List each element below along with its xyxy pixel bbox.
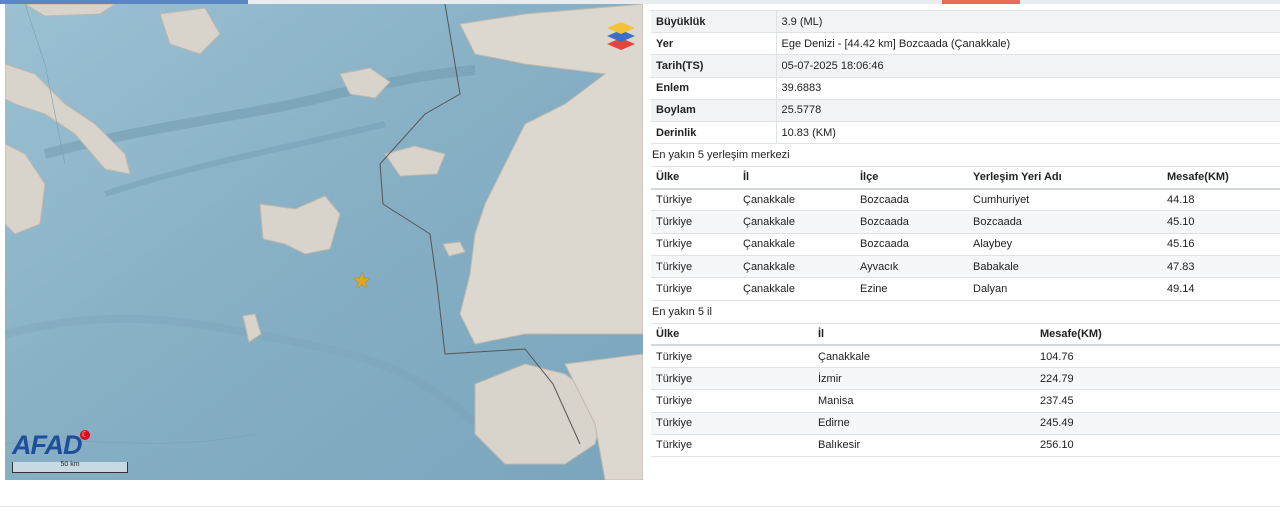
cell-distance: 104.76 [1035, 345, 1280, 368]
epicenter-star-icon[interactable]: ★ [352, 270, 372, 292]
cell-country: Türkiye [651, 345, 813, 368]
info-label: Derinlik [651, 120, 777, 145]
cell-province: Balıkesir [813, 434, 1035, 458]
table-row: Türkiye Çanakkale Ayvacık Babakale 47.83 [651, 255, 1280, 279]
cell-district: Bozcaada [855, 233, 968, 257]
cell-province: Manisa [813, 389, 1035, 413]
table-row: Türkiye Edirne 245.49 [651, 412, 1280, 435]
event-info-table: Büyüklük 3.9 (ML) Yer Ege Denizi - [44.42 … [651, 9, 1280, 145]
table-row: Türkiye Manisa 237.45 [651, 389, 1280, 413]
cell-district: Bozcaada [855, 210, 968, 234]
cell-distance: 245.49 [1035, 412, 1280, 435]
info-value: 10.83 (KM) [776, 120, 1280, 145]
cell-province: Edirne [813, 412, 1035, 435]
info-value: 3.9 (ML) [776, 9, 1280, 33]
cell-province: Çanakkale [738, 233, 855, 257]
info-row: Enlem 39.6883 [651, 76, 1280, 100]
table-row: Türkiye Çanakkale 104.76 [651, 345, 1280, 368]
table-row: Türkiye Çanakkale Bozcaada Bozcaada 45.10 [651, 210, 1280, 234]
cell-settlement: Babakale [968, 255, 1162, 279]
info-label: Enlem [651, 76, 777, 100]
cell-country: Türkiye [651, 277, 738, 301]
map-terrain [5, 4, 643, 480]
column-header: İlçe [855, 166, 968, 190]
column-header: Yerleşim Yeri Adı [968, 166, 1162, 190]
cell-district: Ayvacık [855, 255, 968, 279]
table-row: Türkiye Balıkesir 256.10 [651, 434, 1280, 458]
column-header: Ülke [651, 166, 738, 190]
cell-settlement: Dalyan [968, 277, 1162, 301]
provinces-table: Ülke İl Mesafe(KM) Türkiye Çanakkale 104.7… [651, 322, 1280, 458]
cell-province: Çanakkale [738, 255, 855, 279]
info-value: 39.6883 [776, 76, 1280, 100]
table-row: Türkiye Çanakkale Ezine Dalyan 49.14 [651, 277, 1280, 301]
info-label: Yer [651, 32, 777, 55]
info-row: Derinlik 10.83 (KM) [651, 120, 1280, 145]
cell-province: Çanakkale [738, 188, 855, 212]
cell-province: İzmir [813, 367, 1035, 391]
cell-distance: 45.10 [1162, 210, 1280, 234]
cell-country: Türkiye [651, 367, 813, 391]
cell-distance: 44.18 [1162, 188, 1280, 212]
column-header: Mesafe(KM) [1162, 166, 1280, 190]
info-row: Tarih(TS) 05-07-2025 18:06:46 [651, 54, 1280, 78]
cell-distance: 224.79 [1035, 367, 1280, 391]
cell-district: Bozcaada [855, 188, 968, 212]
scale-label: 50 km [60, 461, 80, 468]
info-row: Yer Ege Denizi - [44.42 km] Bozcaada (Çan… [651, 32, 1280, 55]
cell-settlement: Cumhuriyet [968, 188, 1162, 212]
cell-country: Türkiye [651, 210, 738, 234]
turkey-flag-icon: ☾ [80, 430, 90, 440]
secondary-tab-indicator[interactable] [942, 0, 1020, 4]
cell-distance: 256.10 [1035, 434, 1280, 458]
cell-distance: 237.45 [1035, 389, 1280, 413]
cell-province: Çanakkale [738, 277, 855, 301]
column-header: Mesafe(KM) [1035, 322, 1280, 347]
cell-country: Türkiye [651, 255, 738, 279]
settlements-title: En yakın 5 yerleşim merkezi [652, 149, 790, 162]
column-header: Ülke [651, 322, 813, 347]
page-divider [0, 506, 1280, 507]
info-row: Boylam 25.5778 [651, 98, 1280, 122]
map-scale-bar: 50 km [12, 461, 128, 473]
settlements-table: Ülke İl İlçe Yerleşim Yeri Adı Mesafe(KM… [651, 166, 1280, 301]
cell-province: Çanakkale [738, 210, 855, 234]
info-value: 25.5778 [776, 98, 1280, 122]
info-label: Tarih(TS) [651, 54, 777, 78]
info-value: 05-07-2025 18:06:46 [776, 54, 1280, 78]
cell-country: Türkiye [651, 412, 813, 435]
table-row: Türkiye Çanakkale Bozcaada Cumhuriyet 44.18 [651, 188, 1280, 212]
table-row: Türkiye İzmir 224.79 [651, 367, 1280, 391]
cell-country: Türkiye [651, 233, 738, 257]
info-row: Büyüklük 3.9 (ML) [651, 9, 1280, 33]
table-row: Türkiye Çanakkale Bozcaada Alaybey 45.16 [651, 233, 1280, 257]
info-value: Ege Denizi - [44.42 km] Bozcaada (Çanakk… [776, 32, 1280, 55]
column-header: İl [738, 166, 855, 190]
layers-icon[interactable] [605, 18, 637, 50]
afad-logo: AFAD [12, 430, 82, 460]
info-label: Boylam [651, 98, 777, 122]
cell-district: Ezine [855, 277, 968, 301]
earthquake-map[interactable]: ★ AFAD ☾ 50 km [5, 4, 643, 480]
event-details-panel: Büyüklük 3.9 (ML) Yer Ege Denizi - [44.42 … [651, 9, 1280, 458]
column-header: İl [813, 322, 1035, 347]
cell-settlement: Alaybey [968, 233, 1162, 257]
cell-distance: 49.14 [1162, 277, 1280, 301]
cell-settlement: Bozcaada [968, 210, 1162, 234]
cell-province: Çanakkale [813, 345, 1035, 368]
cell-distance: 45.16 [1162, 233, 1280, 257]
cell-distance: 47.83 [1162, 255, 1280, 279]
cell-country: Türkiye [651, 434, 813, 458]
cell-country: Türkiye [651, 389, 813, 413]
info-label: Büyüklük [651, 9, 777, 33]
provinces-title: En yakın 5 il [652, 305, 712, 318]
cell-country: Türkiye [651, 188, 738, 212]
